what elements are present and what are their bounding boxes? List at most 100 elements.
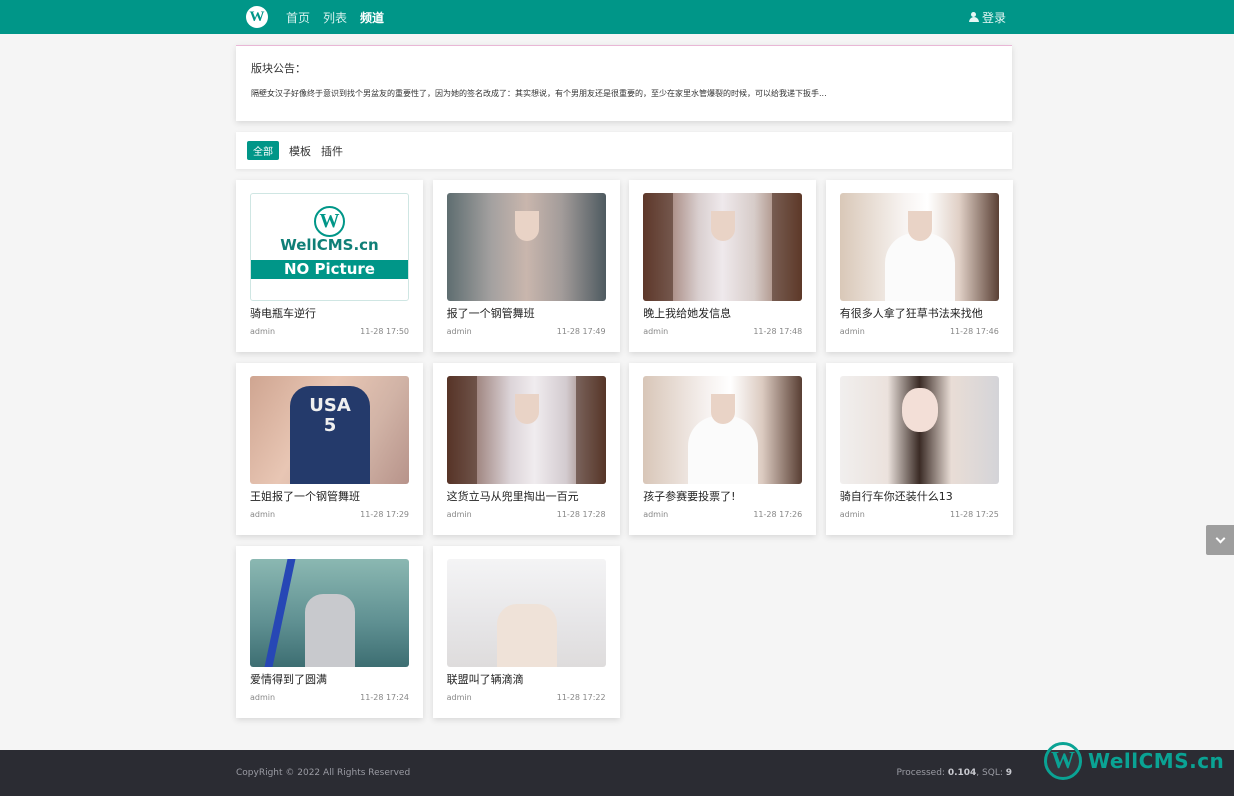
post-time: 11-28 17:22 xyxy=(556,693,606,702)
notice-text: 隔壁女汉子好像终于意识到找个男盆友的重要性了，因为她的签名改成了：其实想说，有个… xyxy=(251,89,827,98)
post-thumbnail[interactable] xyxy=(446,559,606,667)
notice-title: 版块公告： xyxy=(251,62,306,75)
post-time: 11-28 17:28 xyxy=(556,510,606,519)
post-author[interactable]: admin xyxy=(250,693,275,702)
navbar-inner: W 首页 列表 频道 登录 xyxy=(236,0,1012,34)
post-author[interactable]: admin xyxy=(643,327,668,336)
post-thumbnail[interactable] xyxy=(250,559,409,667)
thumb-shape xyxy=(305,594,355,667)
thumb-shape xyxy=(264,559,296,667)
thumb-shape xyxy=(688,416,759,484)
thumb-shirt-text: USA 5 xyxy=(290,396,370,436)
post-meta: admin 11-28 17:25 xyxy=(840,510,999,519)
post-title[interactable]: 这货立马从兜里掏出一百元 xyxy=(447,490,606,504)
no-picture-thumbnail[interactable]: W WellCMS.cn NO Picture xyxy=(250,193,409,301)
post-meta: admin 11-28 17:49 xyxy=(447,327,606,336)
thumb-usa-number: 5 xyxy=(323,415,337,436)
nav-home[interactable]: 首页 xyxy=(286,9,310,26)
post-card[interactable]: 爱情得到了圆满 admin 11-28 17:24 xyxy=(236,546,423,718)
post-card[interactable]: 联盟叫了辆滴滴 admin 11-28 17:22 xyxy=(432,546,620,718)
post-time: 11-28 17:26 xyxy=(753,510,803,519)
filter-templates[interactable]: 模板 xyxy=(289,143,311,159)
post-author[interactable]: admin xyxy=(447,510,472,519)
post-card[interactable]: 有很多人拿了狂草书法来找他 admin 11-28 17:46 xyxy=(825,180,1013,352)
sql-value: 9 xyxy=(1005,768,1012,778)
post-card[interactable]: 骑自行车你还装什么13 admin 11-28 17:25 xyxy=(825,363,1013,535)
nopic-label: NO Picture xyxy=(251,260,408,279)
thumb-shape xyxy=(711,394,736,424)
processing-stats: Processed: 0.104, SQL: 9 xyxy=(897,750,1012,796)
post-time: 11-28 17:49 xyxy=(556,327,606,336)
post-title[interactable]: 有很多人拿了狂草书法来找他 xyxy=(840,307,999,321)
site-logo-icon[interactable]: W xyxy=(246,6,268,28)
top-navbar: W 首页 列表 频道 登录 xyxy=(0,0,1234,34)
post-author[interactable]: admin xyxy=(250,327,275,336)
filter-plugins[interactable]: 插件 xyxy=(321,143,343,159)
thumb-shape xyxy=(907,211,932,241)
post-thumbnail[interactable] xyxy=(643,193,803,301)
post-time: 11-28 17:24 xyxy=(360,693,409,702)
thumb-shape xyxy=(496,604,557,667)
nav-list[interactable]: 列表 xyxy=(323,9,347,26)
login-label: 登录 xyxy=(981,10,1006,25)
thumb-shape xyxy=(446,376,477,484)
post-meta: admin 11-28 17:48 xyxy=(643,327,802,336)
post-meta: admin 11-28 17:28 xyxy=(447,510,606,519)
post-card[interactable]: 报了一个钢管舞班 admin 11-28 17:49 xyxy=(432,180,620,352)
post-meta: admin 11-28 17:22 xyxy=(447,693,606,702)
chevron-down-icon xyxy=(1215,533,1225,544)
post-thumbnail[interactable] xyxy=(839,376,999,484)
post-meta: admin 11-28 17:46 xyxy=(840,327,999,336)
post-thumbnail[interactable] xyxy=(446,376,606,484)
post-card[interactable]: 这货立马从兜里掏出一百元 admin 11-28 17:28 xyxy=(432,363,620,535)
post-card[interactable]: 孩子参赛要投票了! admin 11-28 17:26 xyxy=(629,363,817,535)
post-time: 11-28 17:46 xyxy=(949,327,999,336)
post-title[interactable]: 晚上我给她发信息 xyxy=(643,307,802,321)
post-card[interactable]: USA 5 王姐报了一个钢管舞班 admin 11-28 17:29 xyxy=(236,363,423,535)
thumb-usa-letters: USA xyxy=(309,395,351,416)
login-link[interactable]: 登录 xyxy=(968,0,1006,34)
post-author[interactable]: admin xyxy=(643,510,668,519)
thumb-shape xyxy=(514,394,539,424)
post-thumbnail[interactable] xyxy=(643,376,803,484)
post-thumbnail[interactable] xyxy=(839,193,999,301)
thumb-shape xyxy=(514,211,539,241)
post-author[interactable]: admin xyxy=(840,510,865,519)
post-title[interactable]: 骑自行车你还装什么13 xyxy=(840,490,999,504)
wellcms-watermark: W WellCMS.cn xyxy=(1044,742,1224,780)
post-title[interactable]: 骑电瓶车逆行 xyxy=(250,307,409,321)
user-icon xyxy=(968,11,979,23)
thumb-shape xyxy=(772,193,803,301)
post-title[interactable]: 联盟叫了辆滴滴 xyxy=(447,673,606,687)
thumb-shape xyxy=(884,233,955,301)
post-time: 11-28 17:48 xyxy=(753,327,803,336)
post-title[interactable]: 王姐报了一个钢管舞班 xyxy=(250,490,409,504)
nopic-brand: WellCMS.cn xyxy=(280,236,379,254)
post-meta: admin 11-28 17:29 xyxy=(250,510,409,519)
post-time: 11-28 17:50 xyxy=(360,327,409,336)
filter-all[interactable]: 全部 xyxy=(247,141,279,160)
post-author[interactable]: admin xyxy=(447,693,472,702)
sql-label: , SQL: xyxy=(976,768,1006,778)
main-nav: 首页 列表 频道 xyxy=(286,0,384,34)
post-title[interactable]: 孩子参赛要投票了! xyxy=(643,490,802,504)
post-author[interactable]: admin xyxy=(250,510,275,519)
watermark-text: WellCMS.cn xyxy=(1088,749,1225,773)
wellcms-logo-icon: W xyxy=(1044,742,1082,780)
copyright-text: CopyRight © 2022 All Rights Reserved xyxy=(236,768,411,778)
post-time: 11-28 17:29 xyxy=(360,510,409,519)
post-thumbnail[interactable]: USA 5 xyxy=(250,376,409,484)
forum-notice: 版块公告： 隔壁女汉子好像终于意识到找个男盆友的重要性了，因为她的签名改成了：其… xyxy=(236,45,1012,121)
post-card[interactable]: W WellCMS.cn NO Picture 骑电瓶车逆行 admin 11-… xyxy=(236,180,423,352)
post-card[interactable]: 晚上我给她发信息 admin 11-28 17:48 xyxy=(629,180,817,352)
post-time: 11-28 17:25 xyxy=(949,510,999,519)
post-author[interactable]: admin xyxy=(840,327,865,336)
post-title[interactable]: 报了一个钢管舞班 xyxy=(447,307,606,321)
post-thumbnail[interactable] xyxy=(446,193,606,301)
scroll-down-button[interactable] xyxy=(1206,525,1234,555)
processed-label: Processed: xyxy=(896,768,948,778)
thumb-shape xyxy=(711,211,736,241)
post-title[interactable]: 爱情得到了圆满 xyxy=(250,673,409,687)
nav-channel[interactable]: 频道 xyxy=(360,9,384,26)
post-author[interactable]: admin xyxy=(447,327,472,336)
